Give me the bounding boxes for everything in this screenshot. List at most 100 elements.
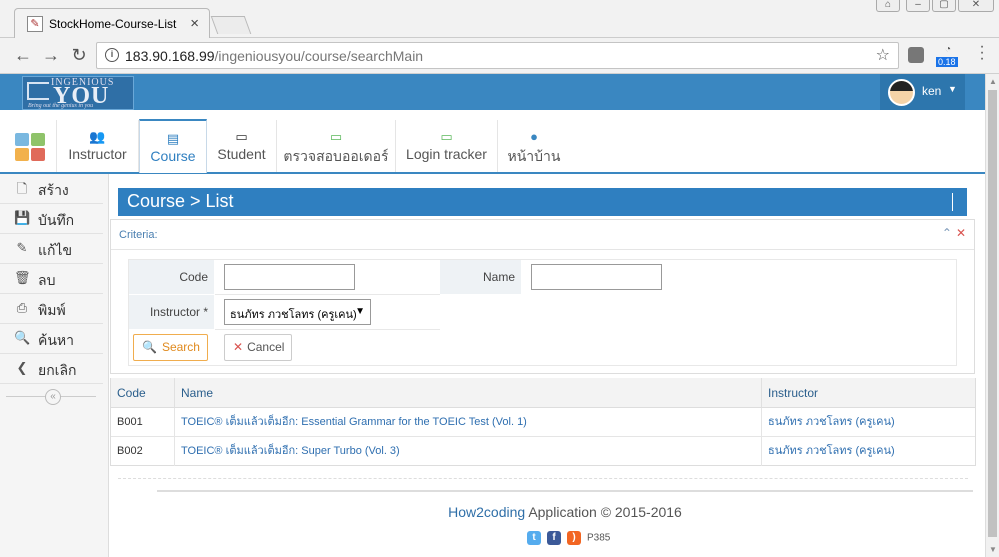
avatar (888, 79, 915, 106)
print-icon: ⎙ (16, 300, 28, 315)
extension-badge: 0.18 (936, 57, 958, 67)
window-close-icon[interactable]: ✕ (958, 0, 994, 12)
table-cell-instructor-link[interactable]: ธนภัทร ภวชโลทร (ครูเคน) (762, 408, 975, 437)
criteria-header: Criteria: ⌃ ✕ (111, 220, 974, 250)
search-icon: 🔍 (14, 330, 31, 345)
social-links: t f) P385 (527, 531, 610, 547)
speed-extension-icon[interactable]: ◔ 0.18 (936, 44, 960, 68)
nav-student[interactable]: ▭ Student (207, 120, 277, 172)
forward-icon[interactable]: → (40, 45, 62, 66)
file-icon: 🗋 (16, 181, 28, 196)
nav-order-check[interactable]: ▭ ตรวจสอบออเดอร์ (277, 120, 396, 172)
nav-login-tracker[interactable]: ▭ Login tracker (396, 120, 498, 172)
book-logo-icon (27, 82, 49, 100)
url-path: /ingeniousyou/course/searchMain (214, 48, 424, 64)
name-input[interactable] (531, 264, 662, 290)
nav-home-label: หน้าบ้าน (507, 148, 561, 164)
users-icon: 👥 (89, 129, 106, 144)
back-icon[interactable]: ← (12, 45, 34, 66)
nav-order-check-label: ตรวจสอบออเดอร์ (283, 148, 389, 164)
chevron-down-icon: ▼ (355, 306, 365, 317)
nav-student-label: Student (217, 146, 266, 162)
scroll-down-icon[interactable]: ▼ (989, 545, 997, 554)
code-label: Code (129, 260, 214, 294)
sidebar-item-create[interactable]: 🗋 สร้าง (0, 174, 103, 204)
footer: How2coding Application © 2015-2016 (157, 504, 973, 520)
caret-down-icon: ▼ (948, 84, 957, 94)
logo-tagline: Bring out the genius in you (28, 103, 94, 109)
cancel-button[interactable]: ✕ Cancel (224, 334, 292, 361)
criteria-title: Criteria: (119, 229, 158, 241)
code-input[interactable] (224, 264, 355, 290)
nav-course[interactable]: ▤ Course (139, 119, 207, 173)
footer-divider (157, 490, 973, 492)
nav-home[interactable]: ● หน้าบ้าน (498, 120, 570, 172)
footer-code: P385 (587, 532, 611, 544)
sidebar-item-edit[interactable]: ✎ แก้ไข (0, 234, 103, 264)
reload-icon[interactable]: ↻ (68, 45, 90, 66)
browser-menu-icon[interactable]: · · · (975, 39, 989, 67)
laptop-icon: ▭ (329, 129, 343, 144)
user-name: ken (922, 84, 942, 98)
sidebar-item-print[interactable]: ⎙ พิมพ์ (0, 294, 103, 324)
page-title: Course > List (118, 188, 967, 216)
book-icon: ▤ (166, 131, 180, 146)
twitter-icon[interactable]: t (527, 531, 541, 545)
facebook-icon[interactable]: f (547, 531, 561, 545)
table-header-name[interactable]: Name (175, 378, 762, 408)
table-cell-code: B001 (111, 408, 175, 437)
nav-course-label: Course (150, 148, 196, 164)
sidebar-item-search[interactable]: 🔍 ค้นหา (0, 324, 103, 354)
close-tab-icon[interactable]: × (190, 15, 199, 32)
footer-copyright: Application © 2015-2016 (528, 504, 682, 520)
sidebar-collapse[interactable]: « (0, 388, 103, 406)
new-tab-button[interactable] (210, 16, 252, 34)
table-header-instructor[interactable]: Instructor (762, 378, 975, 408)
logo[interactable]: INGENIOUS YOU Bring out the genius in yo… (22, 76, 134, 110)
minimize-icon[interactable]: – (906, 0, 930, 12)
user-menu[interactable]: ken ▼ (880, 74, 965, 110)
search-icon: 🔍 (142, 340, 157, 354)
name-label: Name (440, 260, 521, 294)
scroll-up-icon[interactable]: ▲ (989, 77, 997, 86)
rss-icon[interactable]: ) (567, 531, 581, 545)
instructor-select[interactable]: ธนภัทร ภวชโลทร (ครูเคน) ▼ (224, 299, 371, 325)
scroll-thumb[interactable] (988, 90, 997, 537)
browser-tab[interactable]: ✎ StockHome-Course-List × (14, 8, 210, 39)
maximize-icon[interactable]: ▢ (932, 0, 956, 12)
table-cell-name-link[interactable]: TOEIC® เต็มแล้วเต็มอีก: Essential Gramma… (175, 408, 762, 437)
divider (118, 478, 968, 479)
profile-icon[interactable]: ⌂ (876, 0, 900, 12)
double-chevron-left-icon[interactable]: « (45, 389, 61, 405)
vertical-scrollbar[interactable]: ▲ ▼ (985, 74, 999, 557)
monitor-icon: ▭ (235, 129, 248, 144)
edit-icon: ✎ (16, 240, 28, 255)
save-icon: 💾 (14, 210, 31, 225)
sidebar-item-cancel[interactable]: ❮ ยกเลิก (0, 354, 103, 384)
nav-instructor-label: Instructor (68, 146, 127, 162)
sidebar-item-delete[interactable]: 🗑 ลบ (0, 264, 103, 294)
url-field[interactable]: i 183.90.168.99/ingeniousyou/course/sear… (96, 42, 899, 69)
sidebar-item-save[interactable]: 💾 บันทึก (0, 204, 103, 234)
close-panel-icon[interactable]: ✕ (956, 226, 966, 240)
url-host: 183.90.168.99 (125, 48, 215, 64)
footer-brand-link[interactable]: How2coding (448, 504, 525, 520)
info-icon[interactable]: i (105, 48, 119, 62)
collapse-up-icon[interactable]: ⌃ (942, 226, 952, 240)
nav-instructor[interactable]: 👥 Instructor (56, 120, 139, 172)
favicon-icon: ✎ (27, 16, 43, 32)
laptop-icon: ▭ (440, 129, 453, 144)
trash-icon: 🗑 (14, 270, 31, 285)
instructor-label: Instructor * (129, 295, 214, 329)
extension-icon[interactable] (908, 47, 924, 63)
tab-title: StockHome-Course-List (49, 17, 177, 31)
table-cell-code: B002 (111, 437, 175, 466)
table-cell-name-link[interactable]: TOEIC® เต็มแล้วเต็มอีก: Super Turbo (Vol… (175, 437, 762, 466)
search-button[interactable]: 🔍 Search (133, 334, 208, 361)
apps-grid-icon[interactable] (15, 133, 45, 161)
nav-login-tracker-label: Login tracker (406, 146, 487, 162)
table-header-code[interactable]: Code (111, 378, 175, 408)
app-header (0, 74, 985, 110)
bookmark-star-icon[interactable]: ☆ (876, 45, 890, 65)
table-cell-instructor-link[interactable]: ธนภัทร ภวชโลทร (ครูเคน) (762, 437, 975, 466)
